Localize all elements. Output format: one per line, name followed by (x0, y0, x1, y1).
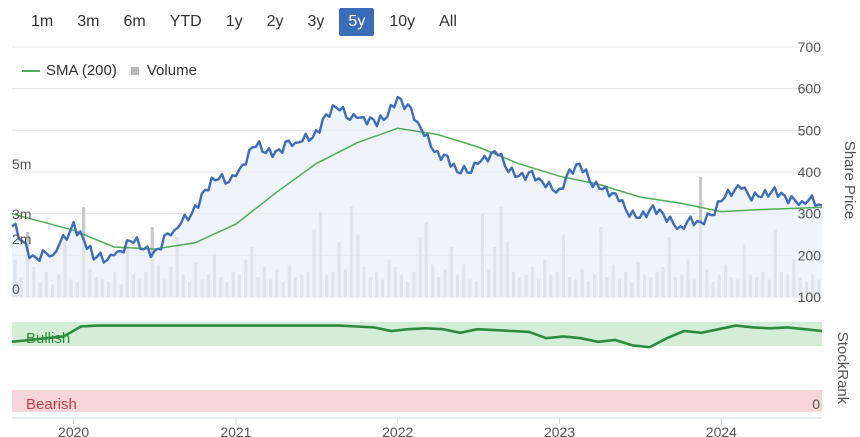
right-tick-label: 700 (798, 39, 822, 55)
x-tick-label: 2023 (544, 424, 575, 437)
stockrank-axis-title: StockRank (834, 332, 851, 405)
right-tick-label: 400 (798, 164, 822, 180)
x-axis-ticks: 2020 2021 2022 2023 2024 (58, 418, 737, 437)
x-tick-label: 2020 (58, 424, 89, 437)
left-tick-label: 3m (12, 206, 31, 222)
right-tick-label: 500 (798, 122, 822, 138)
left-tick-label: 0 (12, 281, 20, 297)
bearish-label: Bearish (26, 396, 77, 413)
x-tick-label: 2024 (706, 424, 737, 437)
right-tick-label: 100 (798, 289, 822, 305)
x-tick-label: 2022 (382, 424, 413, 437)
right-axis-title: Share Price (841, 141, 858, 219)
bearish-band (12, 390, 822, 412)
right-tick-label: 200 (798, 247, 822, 263)
stockrank-bottom-tick: 0 (812, 396, 820, 412)
right-tick-label: 300 (798, 206, 822, 222)
x-tick-label: 2021 (220, 424, 251, 437)
left-tick-label: 5m (12, 156, 31, 172)
left-tick-label: 2m (12, 231, 31, 247)
right-tick-label: 600 (798, 81, 822, 97)
stock-chart[interactable]: 700 600 500 400 300 200 100 5m 3m 2m 0 Share Pric… (0, 0, 860, 437)
